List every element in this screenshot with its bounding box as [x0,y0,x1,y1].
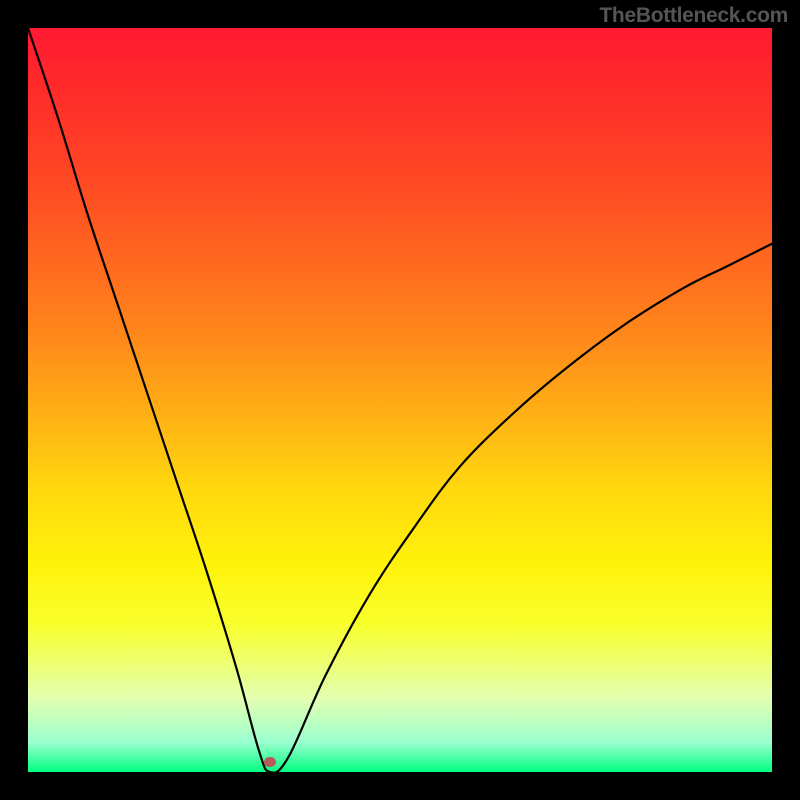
minimum-marker [264,757,276,767]
bottleneck-curve [28,28,772,772]
attribution-text: TheBottleneck.com [599,4,788,28]
chart-container: TheBottleneck.com [0,0,800,800]
plot-area [28,28,772,772]
